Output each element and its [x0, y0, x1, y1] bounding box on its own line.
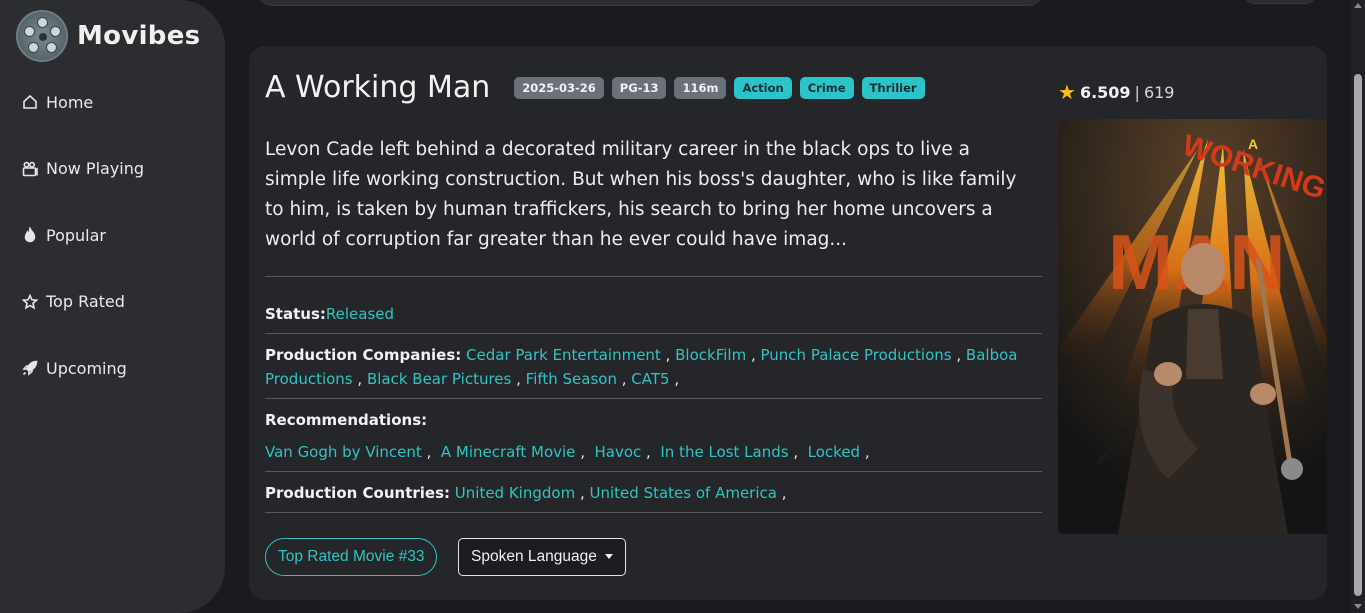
movie-overview: Levon Cade left behind a decorated milit…	[265, 139, 1017, 250]
sidebar-item-popular[interactable]: Popular	[22, 218, 144, 252]
sidebar-item-home[interactable]: Home	[22, 85, 144, 119]
divider	[265, 512, 1042, 513]
genre-badge: Action	[734, 76, 792, 99]
runtime-badge: 116m	[674, 76, 727, 99]
sidebar-nav: Home Now Playing Popular Top Rated Upcom…	[22, 85, 144, 418]
divider	[265, 333, 1042, 334]
recommendation-link[interactable]: Havoc	[595, 443, 642, 461]
company-link[interactable]: Punch Palace Productions	[761, 346, 952, 364]
divider	[265, 398, 1042, 399]
status-row: Status:Released	[265, 302, 1042, 326]
rocket-icon	[22, 360, 38, 376]
home-icon	[23, 94, 37, 109]
divider	[265, 471, 1042, 472]
sidebar-item-label: Top Rated	[46, 292, 125, 311]
company-link[interactable]: Cedar Park Entertainment	[466, 346, 661, 364]
company-link[interactable]: Fifth Season	[526, 370, 617, 388]
top-rated-rank-button[interactable]: Top Rated Movie #33	[265, 538, 438, 576]
scrollbar-thumb[interactable]	[1354, 74, 1362, 596]
genre-badge: Thriller	[861, 76, 925, 99]
country-link[interactable]: United Kingdom	[455, 484, 575, 502]
sidebar: Movibes Home Now Playing Popular Top Rat…	[0, 0, 225, 613]
search-button[interactable]	[1243, 0, 1317, 4]
company-link[interactable]: BlockFilm	[675, 346, 746, 364]
genre-badge: Crime	[799, 76, 854, 99]
sidebar-item-now-playing[interactable]: Now Playing	[22, 152, 144, 186]
company-link[interactable]: CAT5	[631, 370, 669, 388]
status-label: Status:	[265, 305, 326, 323]
company-link[interactable]: Black Bear Pictures	[367, 370, 511, 388]
recommendation-link[interactable]: In the Lost Lands	[660, 443, 788, 461]
recommendation-link[interactable]: Van Gogh by Vincent	[265, 443, 422, 461]
film-reel-logo-icon	[16, 10, 68, 62]
fire-icon	[24, 227, 36, 243]
certification-badge: PG-13	[611, 76, 667, 99]
star-icon	[22, 293, 38, 310]
movie-title: A Working Man	[265, 70, 491, 105]
release-date-badge: 2025-03-26	[514, 76, 604, 99]
star-icon: ★	[1058, 80, 1076, 104]
production-countries-label: Production Countries:	[265, 484, 451, 502]
sidebar-item-upcoming[interactable]: Upcoming	[22, 351, 144, 385]
status-value: Released	[325, 305, 395, 323]
sidebar-item-label: Popular	[46, 225, 106, 245]
scroll-down-arrow-icon[interactable]	[1354, 604, 1362, 609]
spoken-language-dropdown[interactable]: Spoken Language	[458, 538, 626, 576]
film-icon	[22, 161, 38, 176]
rating: ★ 6.509 | 619	[1058, 80, 1175, 104]
production-countries-row: Production Countries: United Kingdom , U…	[265, 484, 787, 502]
recommendations-label-row: Recommendations:	[265, 408, 1042, 432]
poster-art: A WORKING MAN	[1058, 119, 1327, 534]
divider	[265, 276, 1042, 277]
scroll-up-arrow-icon[interactable]	[1354, 3, 1362, 8]
spoken-language-label: Spoken Language	[471, 548, 597, 565]
recommendations-row: Van Gogh by Vincent , A Minecraft Movie …	[265, 443, 870, 461]
movie-detail-card: A Working Man 2025-03-26 PG-13 116m Acti…	[249, 46, 1327, 600]
sidebar-item-label: Home	[46, 92, 94, 112]
vote-count: 619	[1143, 82, 1175, 102]
production-companies-row: Production Companies: Cedar Park Enterta…	[265, 346, 1018, 388]
brand-name: Movibes	[77, 21, 201, 51]
production-companies-label: Production Companies:	[265, 346, 462, 364]
search-bar[interactable]	[255, 0, 1045, 6]
rating-score: 6.509	[1079, 82, 1131, 102]
recommendation-link[interactable]: A Minecraft Movie	[441, 443, 576, 461]
caret-down-icon	[604, 554, 613, 560]
sidebar-item-label: Now Playing	[46, 159, 145, 178]
sidebar-item-label: Upcoming	[46, 358, 127, 378]
scrollbar[interactable]	[1351, 0, 1365, 613]
recommendations-label: Recommendations:	[265, 411, 428, 429]
brand[interactable]: Movibes	[16, 10, 200, 62]
recommendation-link[interactable]: Locked	[808, 443, 860, 461]
title-row: A Working Man 2025-03-26 PG-13 116m Acti…	[265, 70, 933, 105]
badges: 2025-03-26 PG-13 116m Action Crime Thril…	[514, 76, 932, 99]
country-link[interactable]: United States of America	[590, 484, 777, 502]
movie-poster[interactable]: A WORKING MAN	[1058, 119, 1327, 534]
sidebar-item-top-rated[interactable]: Top Rated	[22, 285, 144, 319]
